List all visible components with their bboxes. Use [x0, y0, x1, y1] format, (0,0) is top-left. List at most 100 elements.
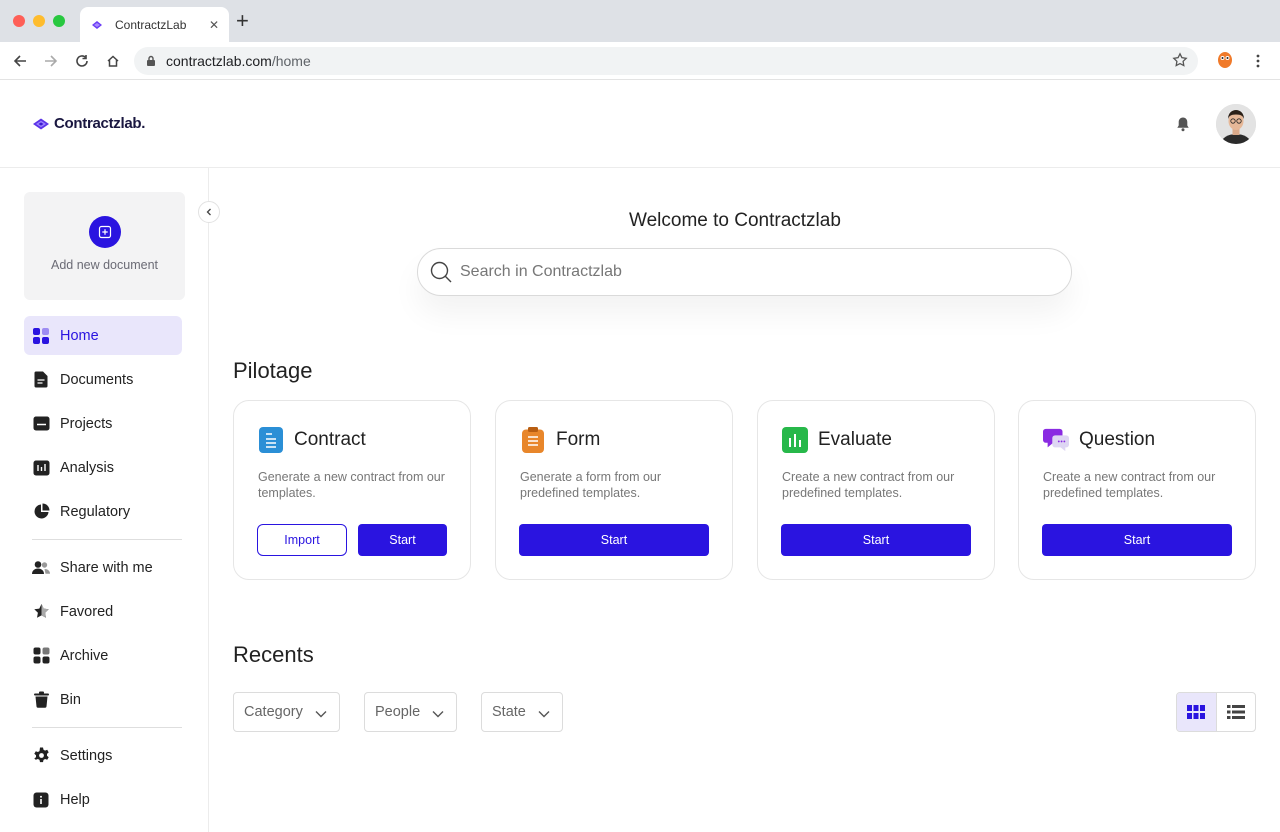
users-icon [32, 559, 50, 577]
sidebar-item-archive[interactable]: Archive [24, 636, 182, 675]
logo[interactable]: Contractzlab. [32, 115, 145, 132]
url-path: /home [271, 53, 311, 69]
card-description: Create a new contract from our predefine… [1043, 470, 1216, 500]
pilotage-title: Pilotage [233, 358, 313, 383]
sidebar-item-help[interactable]: Help [24, 780, 182, 819]
card-description: Generate a form from our predefined temp… [520, 470, 662, 500]
sidebar-item-label: Projects [60, 415, 113, 432]
bar-chart-icon [782, 427, 808, 453]
notification-bell-icon[interactable] [1176, 116, 1190, 137]
grid-view-button[interactable] [1177, 693, 1216, 731]
sidebar-item-bin[interactable]: Bin [24, 680, 182, 719]
close-window-button[interactable] [13, 15, 25, 27]
browser-tabbar: ContractzLab ✕ + [0, 0, 1280, 42]
trash-icon [32, 691, 50, 709]
add-document-card[interactable]: Add new document [24, 192, 185, 300]
import-button[interactable]: Import [257, 524, 347, 556]
welcome-heading: Welcome to Contractzlab [629, 210, 841, 231]
state-filter[interactable]: State [481, 692, 563, 732]
reload-icon[interactable] [72, 51, 92, 71]
sidebar-item-label: Favored [60, 603, 114, 620]
back-icon[interactable] [10, 51, 30, 71]
browser-tab[interactable]: ContractzLab ✕ [80, 7, 229, 42]
sidebar-item-projects[interactable]: Projects [24, 404, 182, 443]
filter-label: State [492, 704, 526, 720]
logo-icon [33, 118, 49, 129]
gear-icon [32, 747, 50, 765]
sidebar-item-label: Regulatory [60, 503, 131, 520]
sidebar-item-label: Analysis [60, 459, 114, 476]
question-start-button[interactable]: Start [1042, 524, 1232, 556]
new-tab-button[interactable]: + [236, 10, 249, 32]
address-bar[interactable]: contractzlab.com/home [134, 47, 1198, 75]
folder-icon [32, 415, 50, 433]
people-filter[interactable]: People [364, 692, 457, 732]
chart-icon [32, 459, 50, 477]
forward-icon[interactable] [41, 51, 61, 71]
question-card: Question Create a new contract from our … [1018, 400, 1256, 580]
home-icon[interactable] [103, 51, 123, 71]
bookmark-star-icon[interactable] [1172, 52, 1188, 71]
sidebar-item-label: Help [60, 791, 90, 808]
evaluate-start-button[interactable]: Start [781, 524, 971, 556]
card-title: Evaluate [818, 429, 892, 450]
sidebar-item-documents[interactable]: Documents [24, 360, 182, 399]
close-tab-icon[interactable]: ✕ [209, 18, 219, 32]
sidebar-item-analysis[interactable]: Analysis [24, 448, 182, 487]
evaluate-card: Evaluate Create a new contract from our … [757, 400, 995, 580]
sidebar-item-settings[interactable]: Settings [24, 736, 182, 775]
grid-icon [32, 327, 50, 345]
chevron-down-icon [432, 706, 444, 722]
favicon-icon [91, 18, 105, 32]
search-icon [430, 261, 452, 283]
contract-icon [258, 427, 284, 453]
logo-text: Contractzlab. [54, 115, 146, 132]
minimize-window-button[interactable] [33, 15, 45, 27]
card-title: Contract [294, 429, 366, 450]
sidebar-item-label: Archive [60, 647, 109, 664]
collapse-sidebar-button[interactable] [198, 201, 220, 223]
chevron-down-icon [315, 706, 327, 722]
sidebar-item-label: Home [60, 327, 99, 344]
card-description: Generate a new contract from our templat… [258, 470, 445, 500]
browser-menu-icon[interactable] [1248, 51, 1268, 71]
add-document-button[interactable] [88, 216, 121, 248]
contract-card: Contract Generate a new contract from ou… [233, 400, 471, 580]
user-avatar[interactable] [1216, 104, 1256, 144]
search-box[interactable] [417, 248, 1072, 296]
filter-label: Category [244, 704, 303, 720]
clipboard-icon [520, 427, 546, 453]
recents-title: Recents [233, 642, 314, 667]
tab-title: ContractzLab [115, 17, 187, 32]
form-start-button[interactable]: Start [519, 524, 709, 556]
star-icon [32, 603, 50, 621]
document-icon [32, 371, 50, 389]
archive-icon [32, 647, 50, 665]
url-host: contractzlab.com [166, 53, 272, 69]
chevron-down-icon [538, 706, 550, 722]
sidebar-item-label: Settings [60, 747, 113, 764]
chat-bubble-icon [1043, 427, 1069, 453]
browser-toolbar: contractzlab.com/home [0, 42, 1280, 80]
sidebar-item-home[interactable]: Home [24, 316, 182, 355]
plus-icon [98, 225, 111, 239]
list-view-button[interactable] [1215, 693, 1255, 731]
sidebar-item-favored[interactable]: Favored [24, 592, 182, 631]
form-card: Form Generate a form from our predefined… [495, 400, 733, 580]
sidebar-item-label: Documents [60, 371, 134, 388]
sidebar-divider [32, 727, 182, 728]
sidebar-divider [32, 539, 182, 540]
info-icon [32, 791, 50, 809]
view-toggle [1176, 692, 1256, 732]
grid-view-icon [1187, 705, 1206, 719]
pie-icon [32, 503, 50, 521]
extension-icon[interactable] [1215, 50, 1235, 70]
lock-icon [146, 55, 156, 67]
maximize-window-button[interactable] [53, 15, 65, 27]
card-title: Question [1079, 429, 1156, 450]
category-filter[interactable]: Category [233, 692, 340, 732]
search-input[interactable] [460, 263, 1020, 281]
sidebar-item-share-with-me[interactable]: Share with me [24, 548, 182, 587]
sidebar-item-regulatory[interactable]: Regulatory [24, 492, 182, 531]
contract-start-button[interactable]: Start [358, 524, 447, 556]
